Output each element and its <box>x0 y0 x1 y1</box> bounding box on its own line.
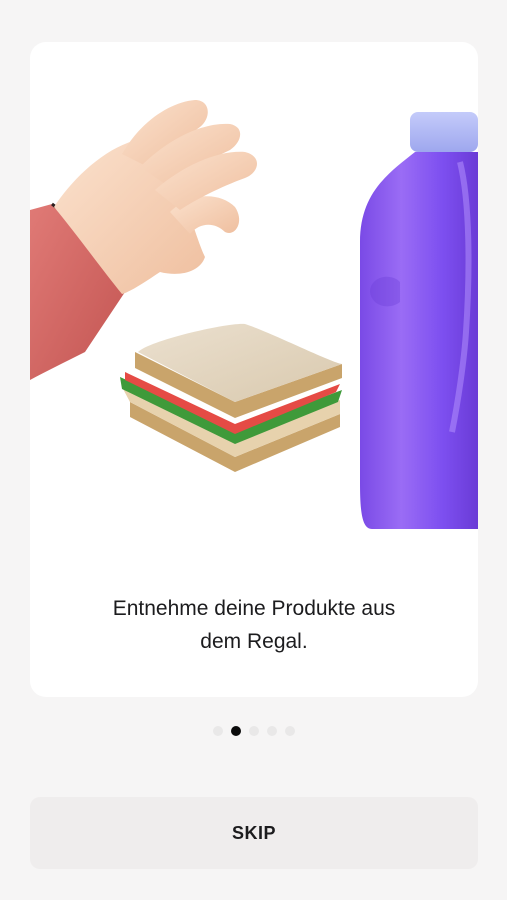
page-dot <box>266 726 277 736</box>
onboarding-illustration <box>30 100 478 529</box>
bottle-icon <box>360 112 478 529</box>
onboarding-card: Entnehme deine Produkte aus dem Regal. <box>30 42 478 697</box>
skip-button[interactable]: SKIP <box>30 797 478 869</box>
page-indicator <box>0 726 507 736</box>
sandwich-icon <box>120 323 342 472</box>
page-dot <box>248 726 259 736</box>
page-dot-active <box>230 726 241 736</box>
page-dot <box>284 726 295 736</box>
page-dot <box>212 726 223 736</box>
onboarding-caption: Entnehme deine Produkte aus dem Regal. <box>112 597 396 653</box>
